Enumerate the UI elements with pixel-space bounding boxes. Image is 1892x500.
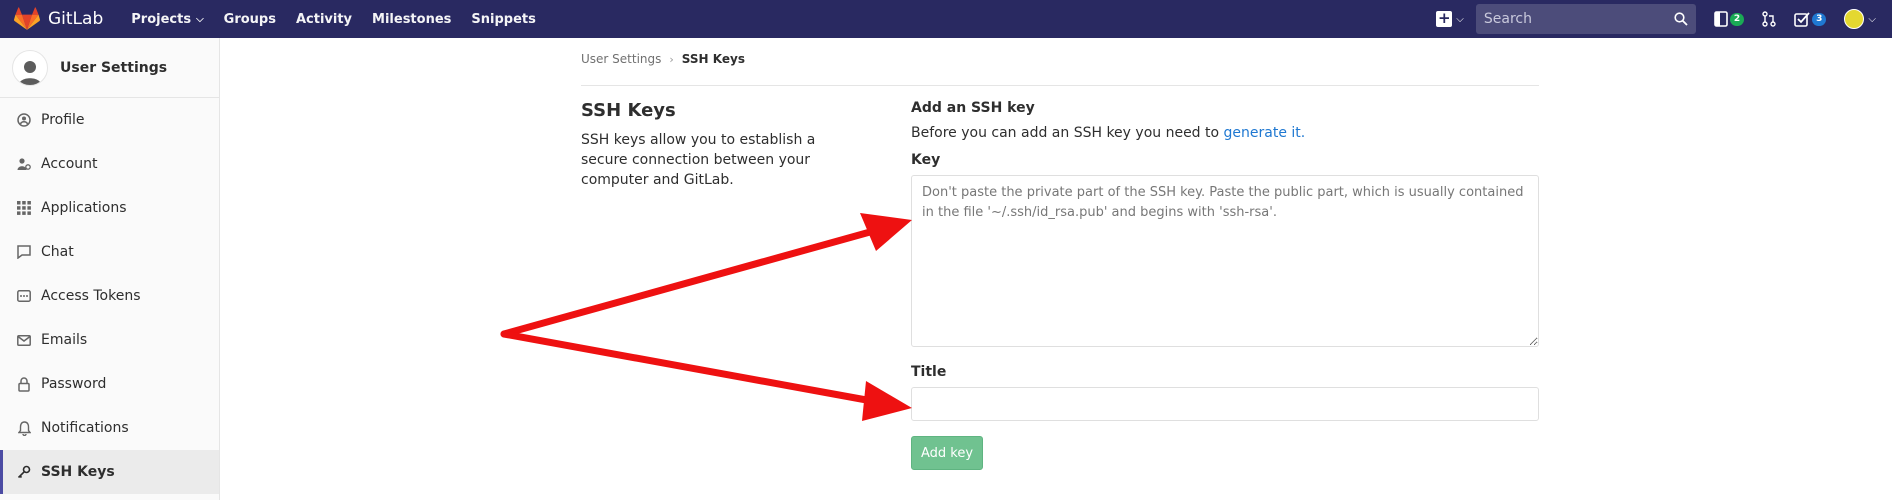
arrow-to-title-field — [500, 330, 912, 421]
new-item-button[interactable]: + ⌵ — [1436, 11, 1464, 27]
chat-icon — [15, 245, 33, 259]
nav-projects-label: Projects — [131, 11, 192, 27]
sidebar-item-emails[interactable]: Emails — [0, 318, 219, 362]
nav-activity[interactable]: Activity — [296, 12, 352, 27]
merge-request-icon — [1762, 11, 1776, 27]
todos-count-badge: 3 — [1812, 12, 1827, 26]
sidebar-item-label: Chat — [41, 244, 74, 260]
user-menu[interactable]: ⌵ — [1844, 9, 1876, 29]
form-heading: Add an SSH key — [911, 100, 1035, 116]
chevron-right-icon: › — [669, 52, 674, 66]
issues-button[interactable]: 2 — [1714, 11, 1745, 27]
avatar — [1844, 9, 1865, 29]
search-box — [1475, 4, 1696, 34]
sidebar-item-ssh-keys[interactable]: SSH Keys — [0, 450, 219, 494]
user-avatar-icon — [12, 49, 48, 86]
sidebar-item-label: Applications — [41, 200, 127, 216]
generate-it-link[interactable]: generate it. — [1224, 125, 1306, 141]
chevron-down-icon: ⌵ — [196, 13, 204, 25]
page-description: SSH keys allow you to establish a secure… — [581, 132, 816, 188]
page-title: SSH Keys — [581, 100, 676, 121]
search-input[interactable] — [1483, 11, 1654, 27]
sidebar-item-notifications[interactable]: Notifications — [0, 406, 219, 450]
issues-icon — [1714, 11, 1728, 27]
sidebar-item-applications[interactable]: Applications — [0, 186, 219, 230]
arrow-to-key-field — [500, 213, 912, 338]
todos-button[interactable]: 3 — [1794, 11, 1827, 27]
key-icon — [15, 465, 33, 479]
form-intro-text: Before you can add an SSH key you need t… — [911, 125, 1224, 141]
sidebar-item-password[interactable]: Password — [0, 362, 219, 406]
breadcrumb-current[interactable]: SSH Keys — [682, 52, 745, 66]
form-intro: Before you can add an SSH key you need t… — [911, 125, 1539, 141]
token-icon — [15, 290, 33, 302]
add-key-button[interactable]: Add key — [911, 436, 983, 470]
sidebar-item-profile[interactable]: Profile — [0, 98, 219, 142]
search-icon — [1674, 12, 1688, 26]
key-label: Key — [911, 152, 941, 168]
plus-icon: + — [1436, 9, 1453, 27]
top-navbar: GitLab Projects ⌵ Groups Activity Milest… — [0, 0, 1892, 38]
sidebar-item-chat[interactable]: Chat — [0, 230, 219, 274]
sidebar-item-label: Account — [41, 156, 98, 172]
todo-check-icon — [1794, 11, 1810, 27]
settings-sidebar: User Settings Profile Account Applicatio… — [0, 38, 220, 500]
issues-count-badge: 2 — [1729, 12, 1745, 26]
title-input[interactable] — [911, 387, 1539, 421]
add-ssh-key-form: Add an SSH key Before you can add an SSH… — [911, 100, 1539, 470]
key-textarea[interactable] — [911, 175, 1539, 347]
applications-icon — [15, 201, 33, 215]
email-icon — [15, 334, 33, 346]
breadcrumb: User Settings › SSH Keys — [581, 52, 745, 66]
sidebar-item-account[interactable]: Account — [0, 142, 219, 186]
sidebar-item-label: Access Tokens — [41, 288, 141, 304]
gitlab-logo-icon — [14, 7, 40, 30]
title-label: Title — [911, 364, 947, 380]
breadcrumb-divider — [581, 85, 1539, 86]
sidebar-item-label: Profile — [41, 112, 85, 128]
sidebar-item-label: SSH Keys — [41, 464, 115, 480]
sidebar-item-label: Emails — [41, 332, 88, 348]
merge-requests-button[interactable] — [1762, 11, 1776, 27]
chevron-down-icon: ⌵ — [1868, 13, 1876, 25]
nav-milestones[interactable]: Milestones — [372, 12, 451, 27]
chevron-down-icon: ⌵ — [1456, 13, 1464, 25]
ssh-keys-info: SSH Keys SSH keys allow you to establish… — [581, 100, 851, 190]
sidebar-title: User Settings — [60, 59, 168, 76]
bell-icon — [15, 420, 33, 436]
nav-snippets[interactable]: Snippets — [471, 12, 535, 27]
gitlab-home-link[interactable]: GitLab — [14, 0, 103, 38]
lock-icon — [15, 376, 33, 392]
sidebar-item-label: Password — [41, 376, 107, 392]
brand-name: GitLab — [48, 9, 104, 29]
breadcrumb-parent-link[interactable]: User Settings — [581, 52, 661, 66]
sidebar-header[interactable]: User Settings — [0, 38, 219, 98]
account-icon — [15, 157, 33, 171]
sidebar-item-label: Notifications — [41, 420, 129, 436]
sidebar-item-access-tokens[interactable]: Access Tokens — [0, 274, 219, 318]
profile-icon — [15, 113, 33, 127]
nav-projects[interactable]: Projects ⌵ — [131, 12, 203, 27]
nav-groups[interactable]: Groups — [224, 12, 276, 27]
